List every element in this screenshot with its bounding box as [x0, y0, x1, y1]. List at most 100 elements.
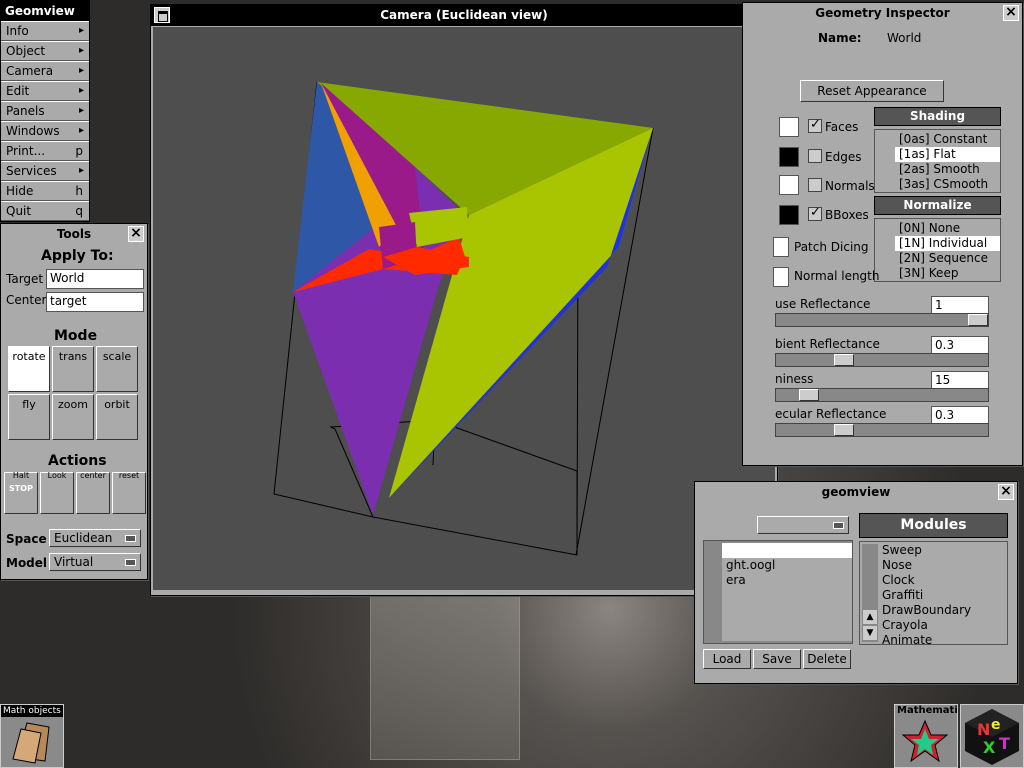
slider-value-field[interactable]: 0.3	[931, 336, 989, 354]
load-button[interactable]: Load	[703, 649, 751, 669]
space-popup[interactable]: Euclidean	[49, 529, 141, 547]
model-label: Model	[6, 556, 48, 570]
svg-text:e: e	[991, 717, 1001, 733]
delete-button[interactable]: Delete	[803, 649, 851, 669]
list-option[interactable]: [1as] Flat	[895, 147, 1000, 162]
menu-item-windows[interactable]: Windows ▸	[1, 121, 89, 141]
menu-item-panels[interactable]: Panels ▸	[1, 101, 89, 121]
list-option[interactable]: [3as] CSmooth	[895, 177, 1000, 192]
name-label: Name:	[818, 31, 862, 45]
normal-length-label: Normal length	[794, 269, 880, 283]
checkbox-edges[interactable]	[808, 149, 822, 163]
checkbox-faces[interactable]	[808, 117, 822, 133]
modules-scrollbar[interactable]: ▲ ▼	[862, 544, 878, 642]
object-list-item[interactable]	[722, 543, 852, 558]
menu-item-info[interactable]: Info ▸	[1, 21, 89, 41]
scroll-up-icon[interactable]: ▲	[863, 610, 877, 624]
mode-zoom-button[interactable]: zoom	[52, 394, 94, 440]
menu-item-shortcut: p	[75, 144, 83, 158]
list-option[interactable]: [2N] Sequence	[895, 251, 1000, 266]
mathematica-dock-icon[interactable]: Mathemati	[894, 704, 958, 768]
modules-list[interactable]: ▲ ▼ Sweep Nose Clock Graffiti DrawBoundary Cr…	[859, 541, 1008, 648]
slider-value-field[interactable]: 15	[931, 371, 989, 389]
slider-value-field[interactable]: 0.3	[931, 406, 989, 424]
list-option[interactable]: [2as] Smooth	[895, 162, 1000, 177]
list-option[interactable]: [0as] Constant	[895, 132, 1000, 147]
menu-item-edit[interactable]: Edit ▸	[1, 81, 89, 101]
checkbox-label: Edges	[825, 150, 862, 164]
module-list-item[interactable]: Nose	[880, 558, 971, 573]
objects-list[interactable]: ght.oogl era	[703, 540, 853, 644]
slider-knob[interactable]	[834, 424, 854, 436]
menu-item-label: Quit	[6, 204, 32, 218]
close-icon[interactable]: ×	[998, 484, 1014, 500]
action-look-button[interactable]: Look	[40, 471, 74, 514]
name-value: World	[887, 31, 922, 45]
minimize-icon[interactable]	[154, 7, 170, 23]
patch-dicing-field[interactable]	[773, 237, 789, 257]
module-list-item[interactable]: Sweep	[880, 543, 971, 558]
camera-viewport[interactable]	[153, 27, 775, 590]
action-center-button[interactable]: center	[76, 471, 110, 514]
mode-fly-button[interactable]: fly	[8, 394, 50, 440]
inspector-titlebar[interactable]: Geometry Inspector ×	[743, 3, 1022, 24]
action-halt-button[interactable]: STOP Halt	[4, 471, 38, 514]
slider-track[interactable]	[775, 353, 989, 367]
shading-list: [0as] Constant [1as] Flat [2as] Smooth [3as…	[874, 129, 1001, 193]
menu-item-quit[interactable]: Quit q	[1, 201, 89, 221]
mode-rotate-button[interactable]: rotate	[8, 346, 50, 392]
center-field[interactable]: target	[46, 292, 144, 312]
module-list-item[interactable]: DrawBoundary	[880, 603, 971, 618]
save-button[interactable]: Save	[753, 649, 801, 669]
tools-titlebar[interactable]: Tools ×	[1, 224, 147, 245]
action-reset-button[interactable]: reset	[112, 471, 146, 514]
checkbox-bboxes[interactable]	[808, 205, 822, 221]
math-objects-dock-icon[interactable]: Math objects	[0, 704, 64, 768]
object-list-item[interactable]: era	[722, 573, 852, 588]
edges-color-swatch[interactable]	[779, 147, 799, 167]
mode-orbit-button[interactable]: orbit	[96, 394, 138, 440]
module-list-item[interactable]: Animate	[880, 633, 971, 648]
list-option[interactable]: [1N] Individual	[895, 236, 1000, 251]
slider-knob[interactable]	[968, 314, 988, 326]
scroll-down-icon[interactable]: ▼	[863, 626, 877, 640]
menu-item-object[interactable]: Object ▸	[1, 41, 89, 61]
target-popup[interactable]	[757, 516, 849, 534]
module-list-item[interactable]: Graffiti	[880, 588, 971, 603]
normal-length-field[interactable]	[773, 267, 789, 287]
camera-titlebar[interactable]: Camera (Euclidean view) ×	[151, 5, 777, 26]
bboxes-color-swatch[interactable]	[779, 205, 799, 225]
slider-knob[interactable]	[799, 389, 819, 401]
menu-item-services[interactable]: Services ▸	[1, 161, 89, 181]
slider-knob[interactable]	[834, 354, 854, 366]
mode-trans-button[interactable]: trans	[52, 346, 94, 392]
main-menu-title[interactable]: Geomview	[1, 1, 89, 21]
mathematica-star-icon	[901, 719, 949, 763]
list-option[interactable]: [0N] None	[895, 221, 1000, 236]
next-dock-icon[interactable]: N e X T	[960, 704, 1024, 768]
svg-text:X: X	[983, 738, 996, 757]
menu-item-camera[interactable]: Camera ▸	[1, 61, 89, 81]
slider-label: niness	[775, 372, 814, 386]
checkbox-normals[interactable]	[808, 178, 822, 192]
list-option[interactable]: [3N] Keep	[895, 266, 1000, 281]
mode-scale-button[interactable]: scale	[96, 346, 138, 392]
target-field[interactable]: World	[46, 269, 144, 289]
slider-track[interactable]	[775, 313, 989, 327]
menu-item-hide[interactable]: Hide h	[1, 181, 89, 201]
modules-heading: Modules	[859, 513, 1008, 538]
close-icon[interactable]: ×	[128, 226, 144, 242]
geomview-panel-titlebar[interactable]: geomview ×	[695, 482, 1017, 503]
object-list-item[interactable]: ght.oogl	[722, 558, 852, 573]
reset-appearance-button[interactable]: Reset Appearance	[800, 80, 944, 102]
close-icon[interactable]: ×	[1003, 5, 1019, 21]
menu-item-print[interactable]: Print... p	[1, 141, 89, 161]
model-popup[interactable]: Virtual	[49, 553, 141, 571]
normals-color-swatch[interactable]	[779, 175, 799, 195]
slider-track[interactable]	[775, 388, 989, 402]
slider-value-field[interactable]: 1	[931, 296, 989, 314]
module-list-item[interactable]: Clock	[880, 573, 971, 588]
slider-track[interactable]	[775, 423, 989, 437]
module-list-item[interactable]: Crayola	[880, 618, 971, 633]
faces-color-swatch[interactable]	[779, 117, 799, 137]
